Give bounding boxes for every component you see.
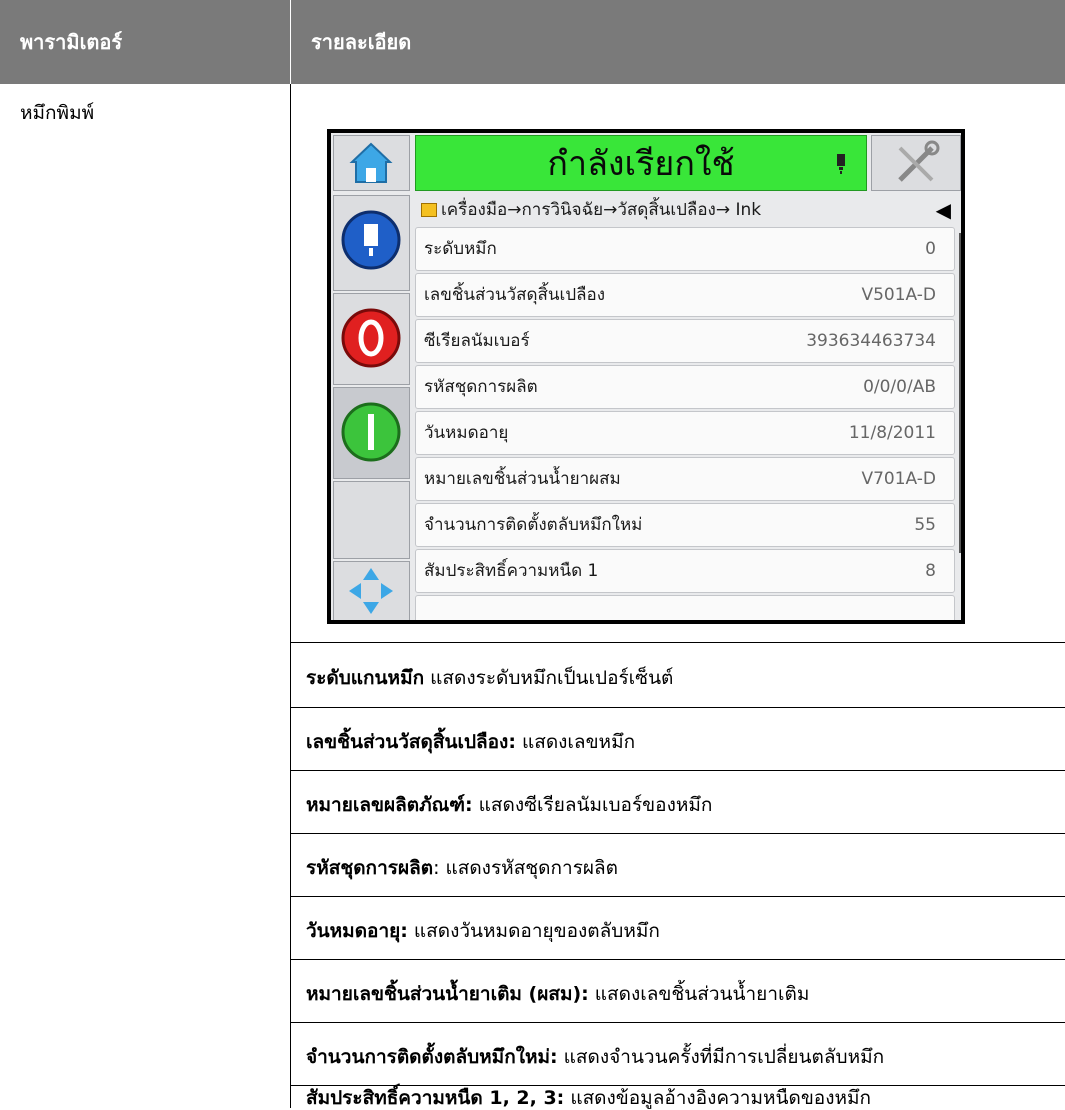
row-label: รหัสชุดการผลิต <box>424 377 538 397</box>
ink-cartridge-icon <box>341 210 401 270</box>
list-item[interactable]: สัมประสิทธิ์ความหนืด 1 8 <box>415 549 955 593</box>
tools-icon <box>898 140 940 182</box>
row-divider <box>290 959 1065 960</box>
row-value: 0/0/0/AB <box>863 377 936 397</box>
row-label: เลขชิ้นส่วนวัสดุสิ้นเปลือง <box>424 285 606 305</box>
row-divider <box>290 642 1065 643</box>
list-item[interactable]: ระดับหมึก 0 <box>415 227 955 271</box>
list-item[interactable]: หมายเลขชิ้นส่วนน้ำยาผสม V701A-D <box>415 457 955 501</box>
row-divider <box>290 707 1065 708</box>
row-label: สัมประสิทธิ์ความหนืด 1 <box>424 561 599 581</box>
stop-icon <box>341 308 401 368</box>
list-item[interactable]: เลขชิ้นส่วนวัสดุสิ้นเปลือง V501A-D <box>415 273 955 317</box>
row-label: จำนวนการติดตั้งตลับหมึกใหม่ <box>424 515 643 535</box>
row-label: หมายเลขชิ้นส่วนน้ำยาผสม <box>424 469 621 489</box>
breadcrumb: เครื่องมือ→การวินิจฉัย→วัสดุสิ้นเปลือง→ … <box>415 195 955 225</box>
row-value: 0 <box>925 239 936 259</box>
description-row: รหัสชุดการผลิต: แสดงรหัสชุดการผลิต <box>306 857 619 879</box>
scrollbar[interactable] <box>959 233 961 553</box>
list-item[interactable]: รหัสชุดการผลิต 0/0/0/AB <box>415 365 955 409</box>
start-icon <box>341 402 401 462</box>
lock-icon <box>421 203 437 217</box>
row-label: ซีเรียลนัมเบอร์ <box>424 331 530 351</box>
list-item[interactable]: วันหมดอายุ 11/8/2011 <box>415 411 955 455</box>
back-arrow-icon[interactable]: ◀ <box>936 195 951 225</box>
row-value: 11/8/2011 <box>848 423 936 443</box>
column-divider <box>290 84 291 1108</box>
start-button[interactable] <box>333 387 410 479</box>
description-row: ระดับแกนหมึก แสดงระดับหมึกเป็นเปอร์เซ็นต… <box>306 667 674 689</box>
tools-button[interactable] <box>871 135 961 191</box>
row-label: วันหมดอายุ <box>424 423 509 443</box>
navigation-arrows-icon <box>349 568 393 614</box>
home-icon <box>349 142 393 183</box>
row-label: ระดับหมึก <box>424 239 497 259</box>
list-item[interactable]: จำนวนการติดตั้งตลับหมึกใหม่ 55 <box>415 503 955 547</box>
description-row: สัมประสิทธิ์ความหนืด 1, 2, 3: แสดงข้อมูล… <box>306 1087 872 1109</box>
row-divider <box>290 1022 1065 1023</box>
description-row: วันหมดอายุ: แสดงวันหมดอายุของตลับหมึก <box>306 920 660 942</box>
status-bar: กำลังเรียกใช้ <box>415 135 867 191</box>
home-button[interactable] <box>333 135 410 191</box>
row-divider <box>290 896 1065 897</box>
description-row: หมายเลขผลิตภัณฑ์: แสดงซีเรียลนัมเบอร์ของ… <box>306 794 713 816</box>
description-row: เลขชิ้นส่วนวัสดุสิ้นเปลือง: แสดงเลขหมึก <box>306 731 636 753</box>
stop-button[interactable] <box>333 293 410 385</box>
navigation-button[interactable] <box>333 561 410 620</box>
list-item[interactable] <box>415 595 955 620</box>
row-value: V701A-D <box>861 469 936 489</box>
row-value: 8 <box>925 561 936 581</box>
row-value: 55 <box>914 515 936 535</box>
description-row: หมายเลขชิ้นส่วนน้ำยาเติม (ผสม): แสดงเลขช… <box>306 983 810 1005</box>
header-parameter: พารามิเตอร์ <box>0 0 290 84</box>
row-divider <box>290 833 1065 834</box>
breadcrumb-text: เครื่องมือ→การวินิจฉัย→วัสดุสิ้นเปลือง→ … <box>441 200 762 220</box>
row-value: V501A-D <box>861 285 936 305</box>
row-divider <box>290 770 1065 771</box>
device-screen: กำลังเรียกใช้ เครื่องมือ→การวินิจฉัย→วัส… <box>327 129 965 624</box>
row-value: 393634463734 <box>806 331 936 351</box>
header-detail: รายละเอียด <box>290 0 1065 84</box>
list-item[interactable]: ซีเรียลนัมเบอร์ 393634463734 <box>415 319 955 363</box>
parameter-name: หมึกพิมพ์ <box>20 102 95 124</box>
empty-side-slot <box>333 481 410 559</box>
ink-level-icon <box>837 154 845 174</box>
ink-button[interactable] <box>333 195 410 291</box>
description-row: จำนวนการติดตั้งตลับหมึกใหม่: แสดงจำนวนคร… <box>306 1046 885 1068</box>
status-text: กำลังเรียกใช้ <box>547 144 735 184</box>
parameter-table: พารามิเตอร์ รายละเอียด หมึกพิมพ์ กำลังเร… <box>0 0 1065 1109</box>
